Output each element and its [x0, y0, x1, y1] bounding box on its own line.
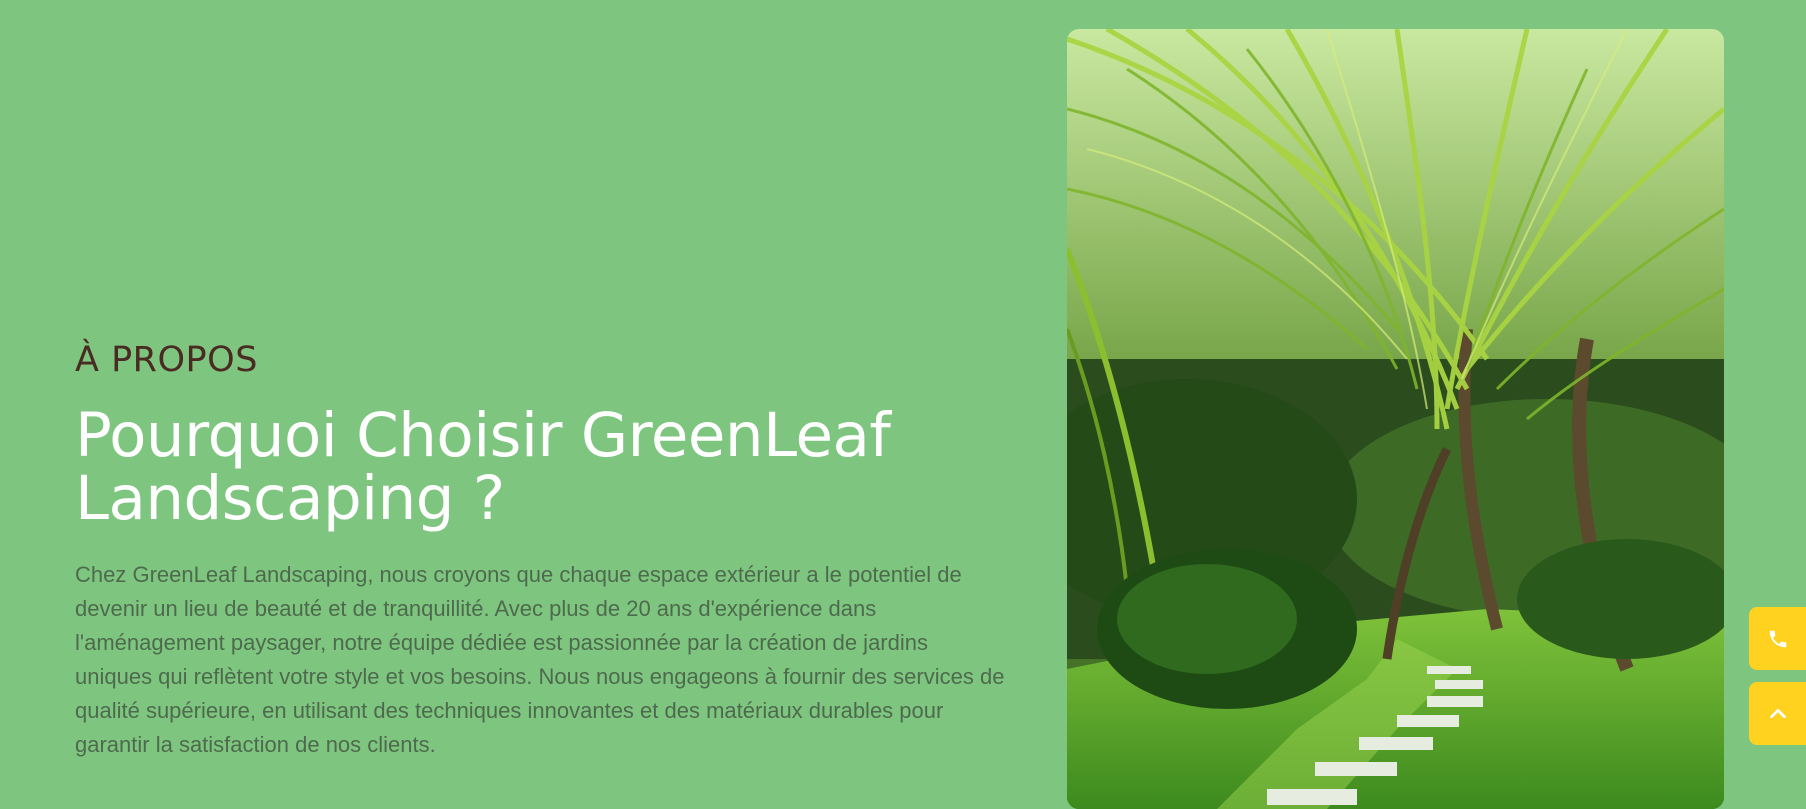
about-section: À PROPOS Pourquoi Choisir GreenLeaf Land…: [0, 0, 1806, 809]
call-button[interactable]: [1749, 607, 1806, 670]
chevron-up-icon: [1769, 708, 1786, 718]
section-eyebrow: À PROPOS: [75, 340, 258, 380]
about-paragraph: Chez GreenLeaf Landscaping, nous croyons…: [75, 562, 1005, 757]
section-heading: Pourquoi Choisir GreenLeaf Landscaping ?: [75, 404, 1015, 530]
back-to-top-button[interactable]: [1749, 682, 1806, 745]
garden-photo-illustration: [1067, 29, 1724, 809]
garden-image: [1067, 29, 1724, 809]
phone-icon: [1769, 630, 1786, 647]
about-text-column: À PROPOS Pourquoi Choisir GreenLeaf Land…: [75, 336, 1015, 762]
heading-line-1: Pourquoi Choisir GreenLeaf: [75, 400, 891, 471]
heading-line-2: Landscaping ?: [75, 463, 505, 534]
